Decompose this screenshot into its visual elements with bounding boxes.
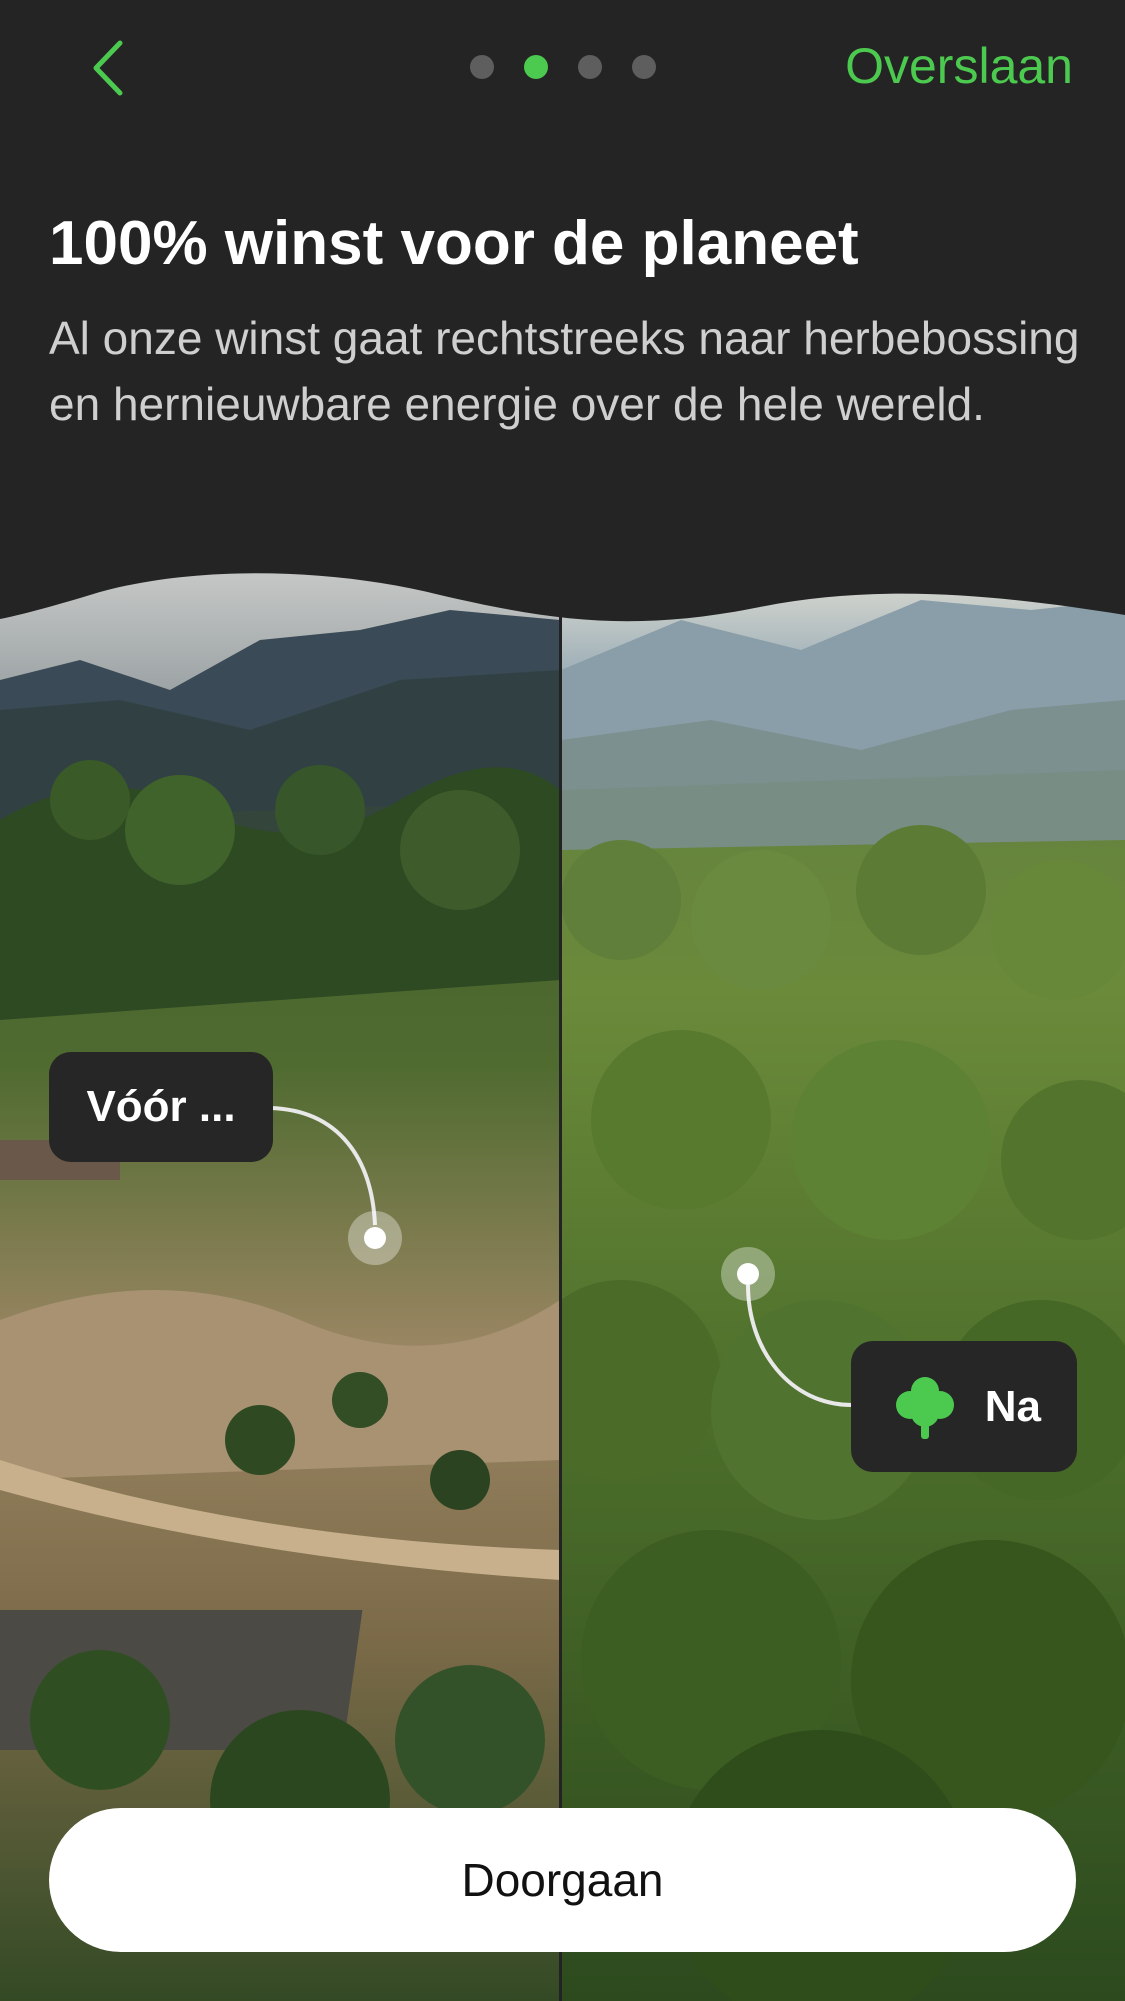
page-dot — [578, 55, 602, 79]
after-label-text: Na — [984, 1381, 1041, 1431]
page-dot — [632, 55, 656, 79]
tree-icon — [896, 1377, 954, 1439]
top-bar: Overslaan — [0, 0, 1125, 140]
before-label-text: Vóór ... — [86, 1082, 236, 1131]
wave-divider — [0, 555, 1125, 622]
after-label: Na — [851, 1341, 1077, 1472]
before-photo — [0, 560, 560, 2001]
continue-button[interactable]: Doorgaan — [49, 1808, 1076, 1952]
comparison-divider — [559, 560, 562, 2001]
before-label: Vóór ... — [49, 1052, 273, 1162]
back-button[interactable] — [78, 28, 138, 108]
skip-button[interactable]: Overslaan — [845, 36, 1073, 96]
page-dot-active — [524, 55, 548, 79]
page-subtitle: Al onze winst gaat rechtstreeks naar her… — [49, 312, 1080, 430]
page-dot — [470, 55, 494, 79]
chevron-left-icon — [93, 40, 123, 96]
page-title: 100% winst voor de planeet — [49, 209, 859, 278]
after-photo — [561, 560, 1125, 2001]
page-indicator — [470, 55, 656, 79]
before-after-comparison — [0, 560, 1125, 2001]
